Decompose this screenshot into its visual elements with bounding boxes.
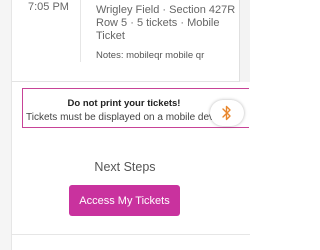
event-seats: Row 5 · 5 tickets · Mobile	[96, 17, 220, 29]
floating-bluetooth-button[interactable]	[210, 100, 244, 126]
notice-title: Do not print your tickets!	[67, 98, 181, 109]
card-bottom-divider	[12, 81, 239, 82]
page: 7:05 PM Wrigley Field · Section 427R Row…	[0, 0, 250, 250]
left-edge-panel	[0, 0, 12, 250]
card-divider-vertical	[80, 0, 81, 62]
event-time: 7:05 PM	[28, 1, 69, 13]
next-steps-heading: Next Steps	[94, 160, 156, 174]
bottom-divider	[12, 234, 250, 235]
notice-body: Tickets must be displayed on a mobile de…	[26, 112, 227, 123]
event-notes: Notes: mobileqr mobile qr	[96, 50, 205, 61]
access-my-tickets-button[interactable]: Access My Tickets	[69, 185, 180, 216]
right-edge-panel	[239, 0, 250, 82]
event-delivery: Ticket	[96, 30, 125, 42]
event-details: Wrigley Field · Section 427R Row 5 · 5 t…	[96, 4, 236, 43]
bluetooth-icon	[222, 105, 231, 121]
event-venue: Wrigley Field · Section 427R	[96, 4, 236, 16]
